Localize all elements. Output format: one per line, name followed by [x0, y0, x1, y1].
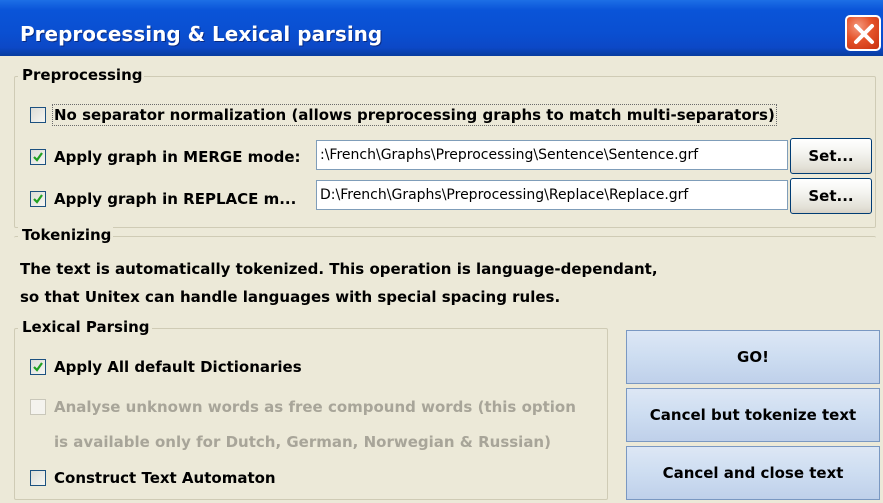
construct-automaton-label[interactable]: Construct Text Automaton	[54, 469, 276, 487]
cancel-tokenize-button[interactable]: Cancel but tokenize text	[626, 388, 880, 442]
go-button[interactable]: GO!	[626, 330, 880, 384]
replace-mode-checkbox[interactable]	[30, 191, 46, 207]
no-separator-label[interactable]: No separator normalization (allows prepr…	[52, 104, 777, 126]
checkmark-icon	[33, 194, 43, 204]
tokenizing-legend: Tokenizing	[18, 226, 114, 244]
analyse-unknown-checkbox[interactable]	[30, 399, 46, 415]
lexical-parsing-legend: Lexical Parsing	[18, 318, 152, 336]
preprocessing-legend: Preprocessing	[18, 66, 145, 84]
apply-dictionaries-checkbox[interactable]	[30, 359, 46, 375]
cancel-close-button[interactable]: Cancel and close text	[626, 446, 880, 500]
analyse-unknown-label[interactable]: Analyse unknown words as free compound w…	[54, 398, 576, 416]
construct-automaton-checkbox[interactable]	[30, 470, 46, 486]
replace-set-button[interactable]: Set...	[790, 178, 872, 214]
merge-graph-path-field[interactable]: :\French\Graphs\Preprocessing\Sentence\S…	[316, 140, 788, 170]
title-bar[interactable]: Preprocessing & Lexical parsing	[0, 0, 883, 56]
merge-mode-label[interactable]: Apply graph in MERGE mode:	[54, 148, 301, 166]
close-button[interactable]	[845, 15, 881, 51]
replace-mode-label[interactable]: Apply graph in REPLACE m...	[54, 190, 296, 208]
dialog-body: Preprocessing No separator normalization…	[0, 56, 883, 503]
merge-set-button[interactable]: Set...	[790, 138, 872, 174]
tokenizing-text-line-1: The text is automatically tokenized. Thi…	[20, 260, 658, 278]
apply-dictionaries-label[interactable]: Apply All default Dictionaries	[54, 358, 302, 376]
checkmark-icon	[33, 152, 43, 162]
no-separator-checkbox[interactable]	[30, 107, 46, 123]
tokenizing-text-line-2: so that Unitex can handle languages with…	[20, 288, 561, 306]
window-title: Preprocessing & Lexical parsing	[20, 22, 383, 46]
merge-mode-checkbox[interactable]	[30, 149, 46, 165]
replace-graph-path-field[interactable]: D:\French\Graphs\Preprocessing\Replace\R…	[316, 180, 788, 210]
checkmark-icon	[33, 362, 43, 372]
close-icon	[854, 24, 874, 44]
analyse-unknown-note: is available only for Dutch, German, Nor…	[54, 433, 551, 451]
